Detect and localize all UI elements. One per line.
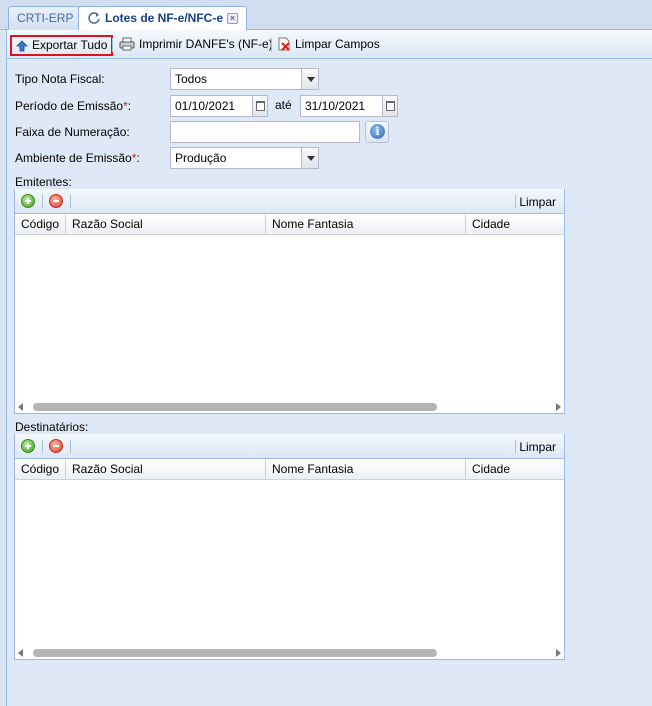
toolbar-separator [515, 195, 516, 208]
periodo-end-field[interactable]: 31/10/2021 [300, 95, 398, 117]
toolbar-separator [70, 195, 71, 208]
destinatarios-header: Código Razão Social Nome Fantasia Cidade [15, 459, 564, 480]
scroll-left-icon[interactable] [18, 649, 23, 657]
periodo-label: Período de Emissão*: [15, 97, 131, 115]
periodo-start-field[interactable]: 01/10/2021 [170, 95, 268, 117]
emitentes-limpar-button[interactable]: Limpar [519, 195, 556, 209]
scroll-right-icon[interactable] [556, 649, 561, 657]
print-danfe-button[interactable]: Imprimir DANFE's (NF-e) [115, 35, 277, 56]
remove-icon[interactable] [49, 194, 63, 208]
faixa-label: Faixa de Numeração: [15, 125, 130, 139]
tab-crti-erp[interactable]: CRTI-ERP [8, 6, 83, 30]
column-header-cidade[interactable]: Cidade [466, 459, 566, 480]
toolbar-separator [271, 38, 272, 52]
clear-fields-label: Limpar Campos [295, 37, 380, 51]
main-toolbar: Exportar Tudo Imprimir DANFE's (NF-e) Li… [7, 30, 652, 59]
calendar-icon[interactable] [252, 95, 268, 117]
clear-document-icon [278, 37, 290, 51]
ambiente-label: Ambiente de Emissão*: [15, 149, 140, 167]
ambiente-value: Produção [175, 151, 227, 165]
emitentes-grid: Limpar Código Razão Social Nome Fantasia… [14, 189, 565, 414]
column-header-nome-fantasia[interactable]: Nome Fantasia [266, 459, 466, 480]
toolbar-separator [42, 195, 43, 208]
periodo-separator: até [275, 98, 292, 112]
scroll-left-icon[interactable] [18, 403, 23, 411]
tipo-nota-label: Tipo Nota Fiscal: [15, 72, 105, 86]
emitentes-hscrollbar[interactable] [15, 401, 564, 413]
chevron-down-icon[interactable] [301, 68, 319, 90]
column-header-codigo[interactable]: Código [15, 214, 66, 235]
info-button[interactable]: i [365, 121, 389, 143]
printer-icon [119, 37, 135, 51]
chevron-down-icon[interactable] [301, 147, 319, 169]
label-colon: : [127, 99, 132, 113]
destinatarios-limpar-button[interactable]: Limpar [519, 440, 556, 454]
toolbar-separator [515, 440, 516, 453]
add-icon[interactable] [21, 194, 35, 208]
export-all-button[interactable]: Exportar Tudo [10, 35, 114, 56]
scroll-right-icon[interactable] [556, 403, 561, 411]
tipo-nota-select[interactable]: Todos [170, 68, 319, 90]
periodo-end-value: 31/10/2021 [305, 99, 366, 113]
label-colon: : [136, 151, 140, 165]
column-header-cidade[interactable]: Cidade [466, 214, 566, 235]
info-icon: i [370, 124, 385, 139]
tab-lotes-nfe[interactable]: Lotes de NF-e/NFC-e × [78, 6, 248, 31]
tab-strip: CRTI-ERP Lotes de NF-e/NFC-e × [0, 0, 652, 31]
lotes-panel: Exportar Tudo Imprimir DANFE's (NF-e) Li… [6, 30, 652, 706]
ambiente-select[interactable]: Produção [170, 147, 319, 169]
close-icon[interactable]: × [227, 13, 239, 24]
add-icon[interactable] [21, 439, 35, 453]
column-header-nome-fantasia[interactable]: Nome Fantasia [266, 214, 466, 235]
refresh-icon [88, 12, 100, 24]
tipo-nota-value: Todos [175, 72, 208, 86]
periodo-label-text: Período de Emissão [15, 99, 124, 113]
periodo-start-value: 01/10/2021 [175, 99, 236, 113]
export-all-label: Exportar Tudo [32, 38, 108, 52]
tab-label: Lotes de NF-e/NFC-e [105, 11, 224, 25]
scroll-thumb[interactable] [33, 403, 437, 411]
destinatarios-grid: Limpar Código Razão Social Nome Fantasia… [14, 434, 565, 660]
ambiente-label-text: Ambiente de Emissão [15, 151, 132, 165]
tab-label: CRTI-ERP [17, 11, 74, 25]
arrow-up-icon [16, 40, 28, 52]
remove-icon[interactable] [49, 439, 63, 453]
column-header-razao-social[interactable]: Razão Social [66, 214, 266, 235]
toolbar-separator [112, 38, 113, 52]
emitentes-header: Código Razão Social Nome Fantasia Cidade [15, 214, 564, 235]
column-header-razao-social[interactable]: Razão Social [66, 459, 266, 480]
print-danfe-label: Imprimir DANFE's (NF-e) [139, 37, 273, 51]
scroll-thumb[interactable] [33, 649, 437, 657]
emitentes-toolbar: Limpar [15, 189, 564, 214]
destinatarios-hscrollbar[interactable] [15, 647, 564, 659]
destinatarios-toolbar: Limpar [15, 434, 564, 459]
toolbar-separator [42, 440, 43, 453]
calendar-icon[interactable] [382, 95, 398, 117]
clear-fields-button[interactable]: Limpar Campos [273, 35, 384, 56]
toolbar-separator [70, 440, 71, 453]
faixa-numeracao-input[interactable] [170, 121, 360, 143]
column-header-codigo[interactable]: Código [15, 459, 66, 480]
